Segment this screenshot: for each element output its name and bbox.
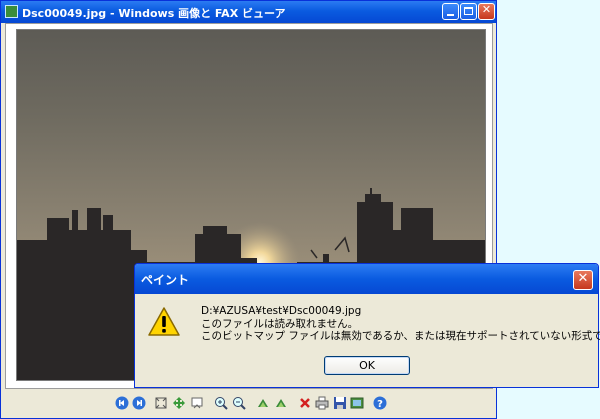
actual-size-icon[interactable] <box>172 395 186 409</box>
dialog-title: ペイント <box>141 273 190 287</box>
delete-icon[interactable] <box>298 395 312 409</box>
message-line-1: このファイルは読み取れません。 <box>201 317 359 330</box>
best-fit-icon[interactable] <box>154 395 168 409</box>
rotate-clockwise-icon[interactable] <box>256 395 270 409</box>
next-icon[interactable] <box>132 395 146 410</box>
error-dialog: ペイント ✕ D:¥AZUSA¥test¥Dsc00049.jpg このファイル… <box>134 263 600 388</box>
window-title: Dsc00049.jpg - Windows 画像と FAX ビューア <box>22 7 286 20</box>
slideshow-icon[interactable] <box>190 395 204 409</box>
close-icon: ✕ <box>481 3 492 16</box>
open-editor-icon[interactable] <box>350 395 364 409</box>
help-icon[interactable]: ? <box>373 395 387 410</box>
app-icon <box>5 5 18 18</box>
close-button[interactable]: ✕ <box>478 3 495 20</box>
rotate-counterclockwise-icon[interactable] <box>274 395 288 409</box>
viewer-toolbar: ? <box>1 391 496 417</box>
minimize-button[interactable] <box>442 3 459 20</box>
dialog-close-button[interactable]: ✕ <box>573 270 593 290</box>
print-icon[interactable] <box>315 395 329 410</box>
maximize-icon <box>464 7 473 15</box>
dialog-message: D:¥AZUSA¥test¥Dsc00049.jpg このファイルは読み取れませ… <box>201 305 600 343</box>
close-icon: ✕ <box>577 271 589 286</box>
svg-text:?: ? <box>377 399 383 410</box>
save-icon[interactable] <box>333 395 347 409</box>
viewer-titlebar[interactable]: Dsc00049.jpg - Windows 画像と FAX ビューア ✕ <box>1 1 496 23</box>
maximize-button[interactable] <box>460 3 477 20</box>
zoom-in-icon[interactable] <box>214 395 228 410</box>
ok-button[interactable]: OK <box>324 356 410 375</box>
previous-icon[interactable] <box>115 395 129 410</box>
message-path: D:¥AZUSA¥test¥Dsc00049.jpg <box>201 305 362 317</box>
minimize-icon <box>447 14 454 16</box>
message-line-2: このビットマップ ファイルは無効であるか、または現在サポートされていない形式です… <box>201 330 600 342</box>
dialog-titlebar[interactable]: ペイント ✕ <box>135 264 598 294</box>
warning-icon <box>147 306 181 342</box>
zoom-out-icon[interactable] <box>232 395 246 410</box>
